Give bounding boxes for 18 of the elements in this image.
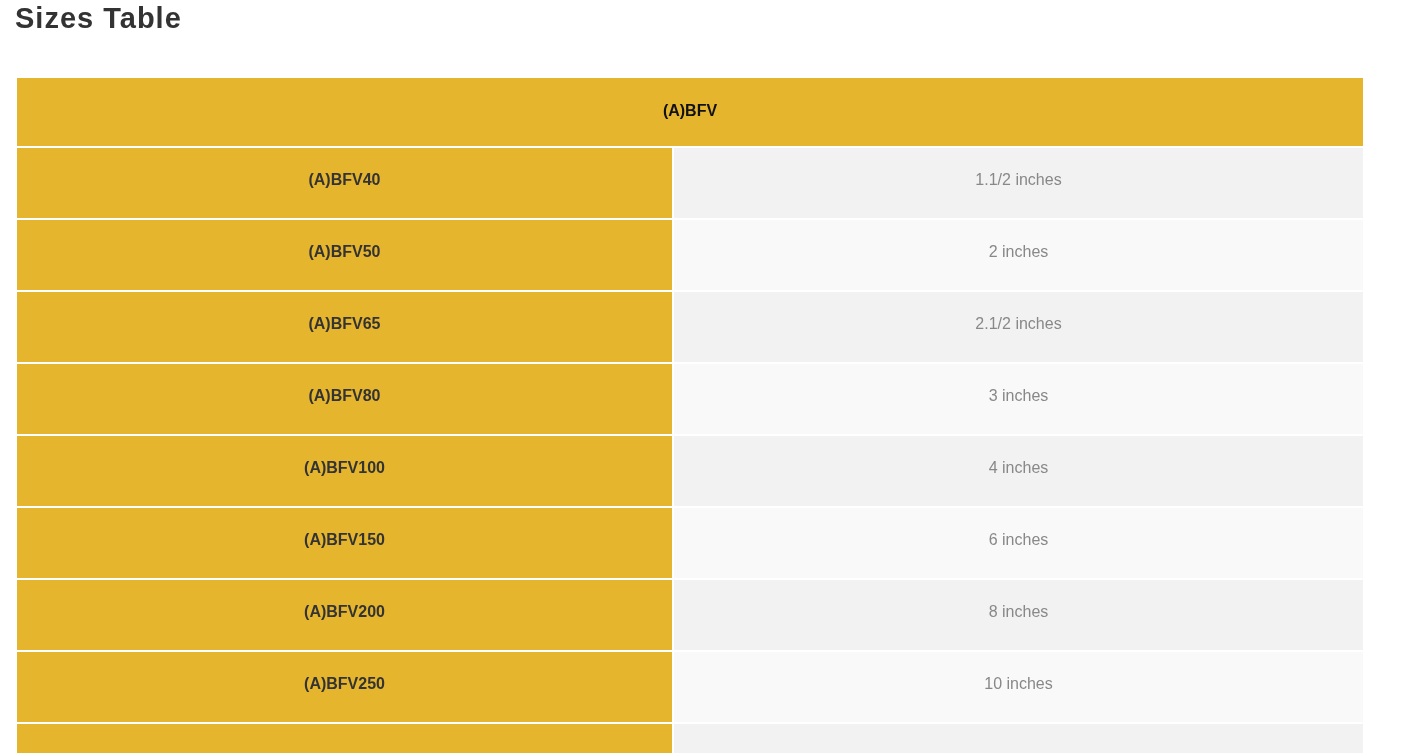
table-cell: 8 inches [674,580,1363,650]
table-cell: 4 inches [674,436,1363,506]
table-cell: (A)BFV250 [17,652,672,722]
table-cell: (A)BFV80 [17,364,672,434]
table-header-cell: (A)BFV [17,78,1363,146]
table-cell: (A)BFV65 [17,292,672,362]
table-cell: (A)BFV200 [17,580,672,650]
table-cell: 2 inches [674,220,1363,290]
table-cell: (A)BFV40 [17,148,672,218]
table-cell: 1.1/2 inches [674,148,1363,218]
table-cell: (A)BFV50 [17,220,672,290]
table-cell: 10 inches [674,652,1363,722]
table-cell: 2.1/2 inches [674,292,1363,362]
table-cell: (A)BFV150 [17,508,672,578]
table-cell: 3 inches [674,364,1363,434]
table-cell: 6 inches [674,508,1363,578]
table-cell: (A)BFV100 [17,436,672,506]
page-title: Sizes Table [15,3,182,33]
